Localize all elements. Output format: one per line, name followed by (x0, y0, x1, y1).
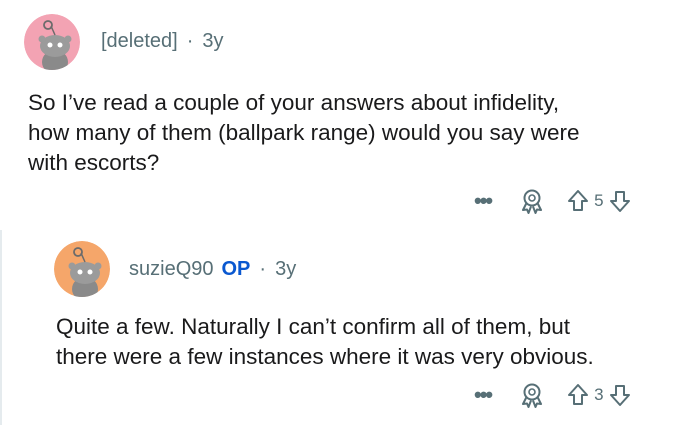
comment-line: there were a few instances where it was … (56, 344, 594, 369)
award-icon (522, 383, 543, 408)
comment-actions: ••• 5 (474, 186, 631, 216)
comment-line: with escorts? (28, 150, 160, 175)
award-button[interactable] (519, 382, 545, 408)
comment-age: 3y (275, 258, 297, 280)
downvote-arrow-icon (609, 385, 630, 406)
comment-meta: [deleted] · 3y (101, 30, 224, 53)
more-options-button[interactable]: ••• (474, 382, 493, 408)
upvote-arrow-icon (568, 190, 589, 211)
upvote-button[interactable] (567, 383, 589, 407)
comment-age: 3y (202, 30, 224, 52)
snoo-avatar-icon (24, 14, 80, 70)
meta-separator: · (259, 258, 267, 280)
downvote-button[interactable] (609, 189, 631, 213)
award-icon (522, 189, 543, 214)
comment-line: So I’ve read a couple of your answers ab… (28, 90, 560, 115)
upvote-arrow-icon (568, 384, 589, 405)
comment-body: So I’ve read a couple of your answers ab… (28, 88, 580, 178)
more-options-button[interactable]: ••• (474, 188, 493, 214)
downvote-arrow-icon (609, 191, 630, 212)
comment-actions: ••• 3 (474, 380, 631, 410)
award-button[interactable] (519, 188, 545, 214)
op-badge: OP (221, 258, 251, 280)
avatar[interactable] (24, 14, 80, 70)
upvote-button[interactable] (567, 189, 589, 213)
username[interactable]: suzieQ90 (129, 258, 214, 281)
comment-line: how many of them (ballpark range) would … (28, 120, 580, 145)
thread-line (0, 230, 2, 425)
comment-meta: suzieQ90 OP · 3y (129, 258, 296, 281)
username[interactable]: [deleted] (101, 30, 178, 53)
avatar[interactable] (54, 241, 110, 297)
comment-line: Quite a few. Naturally I can’t confirm a… (56, 314, 570, 339)
snoo-avatar-icon (54, 241, 110, 297)
downvote-button[interactable] (609, 383, 631, 407)
vote-score: 5 (594, 191, 604, 210)
vote-score: 3 (594, 385, 604, 404)
comment-body: Quite a few. Naturally I can’t confirm a… (56, 312, 594, 372)
meta-separator: · (186, 30, 194, 52)
